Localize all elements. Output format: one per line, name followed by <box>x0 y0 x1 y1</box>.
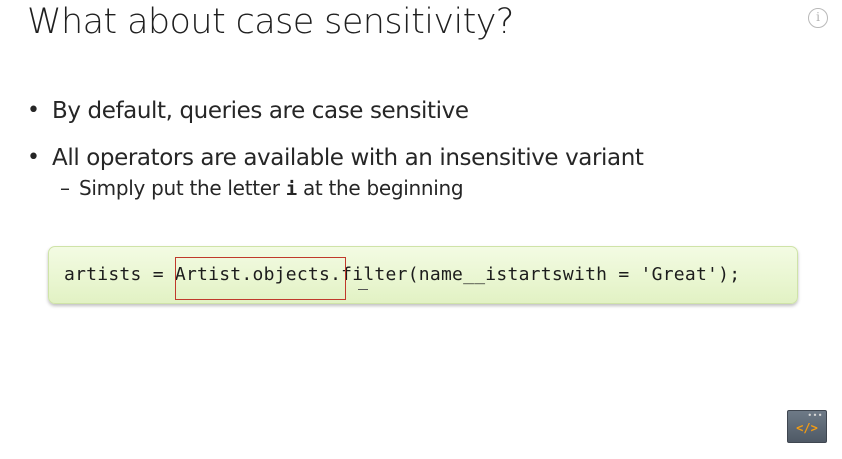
sub-bullet-letter: i <box>285 178 297 200</box>
bullet-text: By default, queries are case sensitive <box>52 98 469 124</box>
code-view-button[interactable]: ••• </> <box>787 410 827 443</box>
bullet-item: • All operators are available with an in… <box>27 139 807 177</box>
code-line: artists = Artist.objects.filter(name__is… <box>64 264 741 285</box>
bullet-dot-icon: • <box>27 98 40 123</box>
code-snippet-box: artists = Artist.objects.filter(name__is… <box>48 246 798 304</box>
code-brackets-icon: </> <box>796 421 818 435</box>
bullet-list: • By default, queries are case sensitive… <box>27 92 807 204</box>
bullet-item: • By default, queries are case sensitive <box>27 92 807 130</box>
sub-bullet-item: – Simply put the letter i at the beginnin… <box>27 173 807 204</box>
bullet-dot-icon: • <box>27 145 40 170</box>
sub-bullet-dash: – <box>60 176 70 200</box>
info-icon[interactable]: i <box>808 8 828 28</box>
sub-bullet-text-after: at the beginning <box>296 176 464 200</box>
code-view-dots-icon: ••• <box>807 411 823 420</box>
info-icon-glyph: i <box>816 10 820 24</box>
bullet-text: All operators are available with an inse… <box>52 145 644 171</box>
slide-title: What about case sensitivity? <box>27 2 514 42</box>
slide: What about case sensitivity? i • By defa… <box>0 0 842 459</box>
sub-bullet-text-before: Simply put the letter <box>79 176 286 200</box>
code-highlight-box <box>175 257 346 300</box>
cursor-mark <box>358 289 368 290</box>
